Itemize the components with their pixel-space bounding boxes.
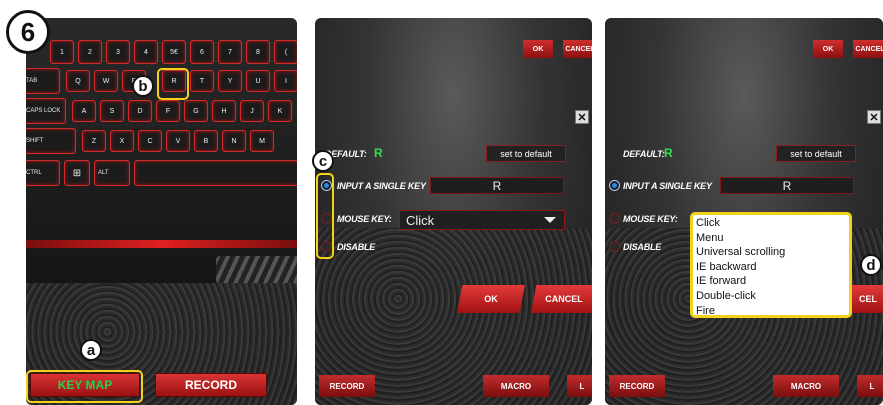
key-3[interactable]: 3 bbox=[106, 40, 130, 64]
key-5[interactable]: 5€ bbox=[162, 40, 186, 64]
bottom-macro-button[interactable]: MACRO bbox=[483, 375, 549, 397]
bottom-record-button[interactable]: RECORD bbox=[319, 375, 375, 397]
dropdown-option-click[interactable]: Click bbox=[696, 216, 846, 231]
top-cancel-button[interactable]: CANCEL bbox=[563, 40, 592, 58]
default-label: DEFAULT: bbox=[623, 149, 665, 159]
highlight-r-key bbox=[157, 68, 189, 100]
callout-a: a bbox=[80, 339, 102, 361]
disable-label: DISABLE bbox=[337, 242, 376, 252]
bottom-record-button[interactable]: RECORD bbox=[609, 375, 665, 397]
bottom-l-button[interactable]: L bbox=[567, 375, 592, 397]
key-k[interactable]: K bbox=[268, 100, 292, 122]
key-b[interactable]: B bbox=[194, 130, 218, 152]
default-value: R bbox=[374, 146, 383, 160]
key-tab[interactable]: TAB bbox=[26, 68, 60, 94]
keyboard-red-stripe bbox=[26, 240, 297, 248]
set-to-default-button[interactable]: set to default bbox=[776, 145, 856, 162]
input-single-key-radio[interactable] bbox=[609, 180, 620, 191]
step-number-badge: 6 bbox=[6, 10, 50, 54]
default-value: R bbox=[664, 146, 673, 160]
dropdown-option-universal-scrolling[interactable]: Universal scrolling bbox=[696, 245, 846, 260]
key-g[interactable]: G bbox=[184, 100, 208, 122]
callout-c: c bbox=[312, 150, 334, 172]
key-a[interactable]: A bbox=[72, 100, 96, 122]
key-i[interactable]: I bbox=[274, 70, 297, 92]
dropdown-option-fire[interactable]: Fire bbox=[696, 304, 846, 319]
key-ctrl[interactable]: CTRL bbox=[26, 160, 60, 186]
bottom-l-button[interactable]: L bbox=[857, 375, 883, 397]
mouse-key-label: MOUSE KEY: bbox=[337, 214, 392, 224]
key-t[interactable]: T bbox=[190, 70, 214, 92]
key-h[interactable]: H bbox=[212, 100, 236, 122]
key-alt[interactable]: ALT bbox=[94, 160, 130, 186]
key-caps-lock[interactable]: CAPS LOCK bbox=[26, 98, 66, 124]
cancel-button[interactable]: CANCEL bbox=[531, 285, 592, 313]
top-ok-button[interactable]: OK bbox=[523, 40, 553, 58]
chevron-down-icon bbox=[544, 217, 556, 223]
key-assign-dialog-panel: OK CANCEL ✕ DEFAULT: R set to default IN… bbox=[315, 18, 592, 405]
keyboard-image: 1 2 3 4 5€ 6 7 8 ( TAB Q W E R T Y U I C… bbox=[26, 18, 297, 284]
key-space[interactable] bbox=[134, 160, 297, 186]
ok-button[interactable]: OK bbox=[457, 285, 525, 313]
callout-b: b bbox=[132, 75, 154, 97]
key-d[interactable]: D bbox=[128, 100, 152, 122]
key-windows[interactable]: ⊞ bbox=[64, 160, 90, 186]
key-z[interactable]: Z bbox=[82, 130, 106, 152]
key-w[interactable]: W bbox=[94, 70, 118, 92]
windows-icon: ⊞ bbox=[72, 167, 82, 179]
single-key-field[interactable]: R bbox=[430, 177, 564, 194]
key-4[interactable]: 4 bbox=[134, 40, 158, 64]
key-6[interactable]: 6 bbox=[190, 40, 214, 64]
key-f[interactable]: F bbox=[156, 100, 180, 122]
dropdown-option-menu[interactable]: Menu bbox=[696, 231, 846, 246]
input-single-key-label: INPUT A SINGLE KEY bbox=[337, 181, 426, 191]
mouse-key-radio[interactable] bbox=[609, 213, 620, 224]
key-n[interactable]: N bbox=[222, 130, 246, 152]
key-u[interactable]: U bbox=[246, 70, 270, 92]
single-key-field[interactable]: R bbox=[720, 177, 854, 194]
dropdown-option-ie-forward[interactable]: IE forward bbox=[696, 274, 846, 289]
key-1[interactable]: 1 bbox=[50, 40, 74, 64]
close-icon[interactable]: ✕ bbox=[575, 110, 589, 124]
callout-d: d bbox=[860, 254, 882, 276]
top-ok-button[interactable]: OK bbox=[813, 40, 843, 58]
key-c[interactable]: C bbox=[138, 130, 162, 152]
key-v[interactable]: V bbox=[166, 130, 190, 152]
top-cancel-button[interactable]: CANCEL bbox=[853, 40, 883, 58]
key-y[interactable]: Y bbox=[218, 70, 242, 92]
input-single-key-label: INPUT A SINGLE KEY bbox=[623, 181, 712, 191]
disable-radio[interactable] bbox=[609, 241, 620, 252]
disable-label: DISABLE bbox=[623, 242, 662, 252]
key-s[interactable]: S bbox=[100, 100, 124, 122]
bottom-macro-button[interactable]: MACRO bbox=[773, 375, 839, 397]
dropdown-option-ie-backward[interactable]: IE backward bbox=[696, 260, 846, 275]
record-button[interactable]: RECORD bbox=[155, 373, 267, 397]
key-j[interactable]: J bbox=[240, 100, 264, 122]
mouse-key-select[interactable]: Click bbox=[399, 210, 565, 230]
mouse-key-label: MOUSE KEY: bbox=[623, 214, 678, 224]
key-9[interactable]: ( bbox=[274, 40, 297, 64]
key-m[interactable]: M bbox=[250, 130, 274, 152]
key-x[interactable]: X bbox=[110, 130, 134, 152]
key-8[interactable]: 8 bbox=[246, 40, 270, 64]
dropdown-option-double-click[interactable]: Double-click bbox=[696, 289, 846, 304]
close-icon[interactable]: ✕ bbox=[867, 110, 881, 124]
highlight-radio-options bbox=[316, 173, 334, 259]
key-2[interactable]: 2 bbox=[78, 40, 102, 64]
set-to-default-button[interactable]: set to default bbox=[486, 145, 566, 162]
key-7[interactable]: 7 bbox=[218, 40, 242, 64]
mouse-key-dropdown-list: Click Menu Universal scrolling IE backwa… bbox=[690, 212, 852, 318]
keyboard-hinge-decoration bbox=[216, 256, 297, 284]
highlight-key-map bbox=[26, 370, 143, 403]
key-shift[interactable]: SHIFT bbox=[26, 128, 76, 154]
key-q[interactable]: Q bbox=[66, 70, 90, 92]
